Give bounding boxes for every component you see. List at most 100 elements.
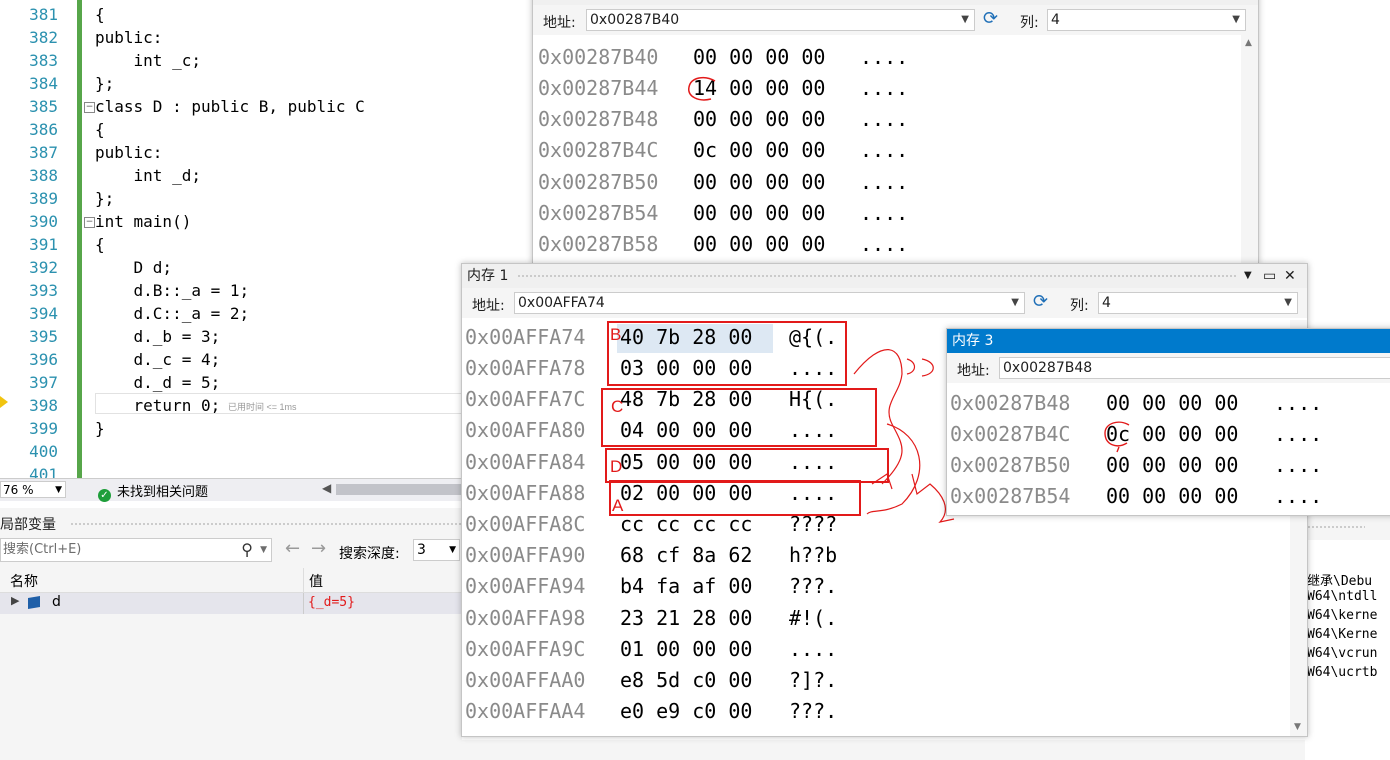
chevron-down-icon[interactable]: ▼ <box>961 10 969 30</box>
memory-3-titlebar[interactable]: 内存 3 <box>947 329 1390 353</box>
memory-bytes[interactable]: 00 00 00 00 <box>1106 391 1238 415</box>
memory-row[interactable]: 0x00AFFA98 <box>465 606 585 630</box>
memory-row[interactable]: 0x00287B44 <box>538 76 658 100</box>
memory-bytes[interactable]: 23 21 28 00 <box>620 606 752 630</box>
code-line[interactable]: } <box>95 419 105 438</box>
code-line[interactable]: int _d; <box>95 166 201 185</box>
memory-bytes[interactable]: 00 00 00 00 <box>693 170 825 194</box>
output-line: W64\kerne <box>1307 608 1378 623</box>
code-line[interactable]: { <box>95 120 105 139</box>
memory-bytes[interactable]: 0c 00 00 00 <box>693 138 825 162</box>
address-input[interactable]: 0x00287B40 ▼ <box>586 9 975 31</box>
chevron-down-icon[interactable]: ▼ <box>1232 10 1240 30</box>
memory-row[interactable]: 0x00287B54 <box>538 201 658 225</box>
scroll-up-icon[interactable]: ▲ <box>1245 38 1252 48</box>
window-menu-icon[interactable]: ▼ <box>1244 264 1252 288</box>
forward-arrow-icon[interactable]: → <box>311 538 326 559</box>
perf-tip[interactable]: 已用时间 <= 1ms <box>228 400 297 413</box>
memory-bytes[interactable]: 01 00 00 00 <box>620 637 752 661</box>
columns-select[interactable]: 4 ▼ <box>1047 9 1246 31</box>
name-column-header[interactable]: 名称 <box>10 571 38 591</box>
memory-row[interactable]: 0x00AFFA7C <box>465 387 585 411</box>
code-line[interactable]: D d; <box>95 258 173 277</box>
code-line[interactable]: d._d = 5; <box>95 373 221 392</box>
memory-1-titlebar[interactable]: 内存 1 ▼ ▭ ✕ <box>462 264 1307 288</box>
address-input[interactable]: 0x00AFFA74 ▼ <box>514 292 1025 314</box>
chevron-down-icon[interactable]: ▼ <box>1284 293 1292 313</box>
code-line[interactable]: d.C::_a = 2; <box>95 304 250 323</box>
memory-bytes[interactable]: 00 00 00 00 <box>1106 453 1238 477</box>
search-depth-select[interactable]: 3 ▼ <box>413 539 460 561</box>
issues-indicator[interactable]: ✓ 未找到相关问题 <box>98 481 208 502</box>
memory-row[interactable]: 0x00AFFA84 <box>465 450 585 474</box>
memory-ascii: .... <box>860 107 909 131</box>
value-column-header[interactable]: 值 <box>309 571 323 591</box>
code-line[interactable]: { <box>95 235 105 254</box>
memory-row[interactable]: 0x00287B4C <box>950 422 1070 446</box>
memory-bytes[interactable]: 00 00 00 00 <box>693 201 825 225</box>
chevron-down-icon[interactable]: ▼ <box>260 539 267 561</box>
annotation-circle <box>1104 421 1130 453</box>
column-divider[interactable] <box>303 568 304 592</box>
memory-row[interactable]: 0x00AFFAA4 <box>465 699 585 723</box>
expand-icon[interactable]: ▶ <box>11 594 19 607</box>
collapse-icon[interactable]: − <box>84 217 95 228</box>
memory-row[interactable]: 0x00AFFA9C <box>465 637 585 661</box>
code-line[interactable]: d.B::_a = 1; <box>95 281 250 300</box>
refresh-icon[interactable]: ⟳ <box>983 8 998 29</box>
scroll-down-icon[interactable]: ▼ <box>1294 722 1301 732</box>
memory-bytes[interactable]: 00 00 00 00 <box>693 232 825 256</box>
memory-bytes[interactable]: 00 00 00 00 <box>693 45 825 69</box>
memory-row[interactable]: 0x00287B4C <box>538 138 658 162</box>
zoom-select[interactable]: 76 % ▼ <box>0 481 66 498</box>
code-line[interactable]: d._c = 4; <box>95 350 221 369</box>
memory-row[interactable]: 0x00287B48 <box>538 107 658 131</box>
memory-row[interactable]: 0x00AFFA90 <box>465 543 585 567</box>
code-line[interactable]: d._b = 3; <box>95 327 221 346</box>
memory-row[interactable]: 0x00287B58 <box>538 232 658 256</box>
memory-row[interactable]: 0x00287B40 <box>538 45 658 69</box>
memory-row[interactable]: 0x00287B54 <box>950 484 1070 508</box>
collapse-icon[interactable]: − <box>84 102 95 113</box>
memory-bytes[interactable]: e8 5d c0 00 <box>620 668 752 692</box>
maximize-icon[interactable]: ▭ <box>1263 264 1276 288</box>
memory-row[interactable]: 0x00AFFA8C <box>465 512 585 536</box>
memory-bytes[interactable]: e0 e9 c0 00 <box>620 699 752 723</box>
panel-grip[interactable] <box>70 522 462 526</box>
code-line[interactable]: public: <box>95 143 162 162</box>
code-line[interactable]: int _c; <box>95 51 201 70</box>
memory-row[interactable]: 0x00AFFA94 <box>465 574 585 598</box>
memory-bytes[interactable]: 00 00 00 00 <box>693 107 825 131</box>
memory-row[interactable]: 0x00AFFA80 <box>465 418 585 442</box>
memory-row[interactable]: 0x00AFFAA0 <box>465 668 585 692</box>
code-line[interactable]: class D : public B, public C <box>95 97 365 116</box>
code-line[interactable]: }; <box>95 74 114 93</box>
table-row[interactable]: ▶ d {_d=5} <box>0 593 462 614</box>
code-line[interactable]: { <box>95 5 105 24</box>
memory-bytes[interactable]: 68 cf 8a 62 <box>620 543 752 567</box>
code-line[interactable]: return 0; <box>95 396 221 415</box>
memory-row[interactable]: 0x00287B50 <box>950 453 1070 477</box>
memory-bytes[interactable]: b4 fa af 00 <box>620 574 752 598</box>
close-icon[interactable]: ✕ <box>1284 264 1296 288</box>
memory-row[interactable]: 0x00AFFA78 <box>465 356 585 380</box>
scroll-left-icon[interactable]: ◀ <box>322 481 331 495</box>
back-arrow-icon[interactable]: ← <box>285 538 300 559</box>
memory-bytes[interactable]: 00 00 00 00 <box>1106 484 1238 508</box>
memory-row[interactable]: 0x00287B50 <box>538 170 658 194</box>
code-line[interactable]: int main() <box>95 212 191 231</box>
refresh-icon[interactable]: ⟳ <box>1033 291 1048 312</box>
columns-select[interactable]: 4 ▼ <box>1098 292 1298 314</box>
code-line[interactable]: }; <box>95 189 114 208</box>
memory-row[interactable]: 0x00AFFA88 <box>465 481 585 505</box>
memory-row[interactable]: 0x00287B48 <box>950 391 1070 415</box>
search-icon[interactable]: ⚲ <box>241 539 253 561</box>
search-input[interactable]: 搜索(Ctrl+E) ⚲ ▼ <box>0 538 272 562</box>
address-input[interactable]: 0x00287B48 <box>999 357 1390 379</box>
memory-row[interactable]: 0x00AFFA74 <box>465 325 585 349</box>
vertical-scrollbar[interactable]: ▲ <box>1241 35 1258 263</box>
code-editor[interactable]: 381 382 383 384 385 386 387 388 389 390 … <box>0 0 532 478</box>
panel-grip[interactable] <box>1307 525 1365 529</box>
code-line[interactable]: public: <box>95 28 162 47</box>
chevron-down-icon[interactable]: ▼ <box>1011 293 1019 313</box>
